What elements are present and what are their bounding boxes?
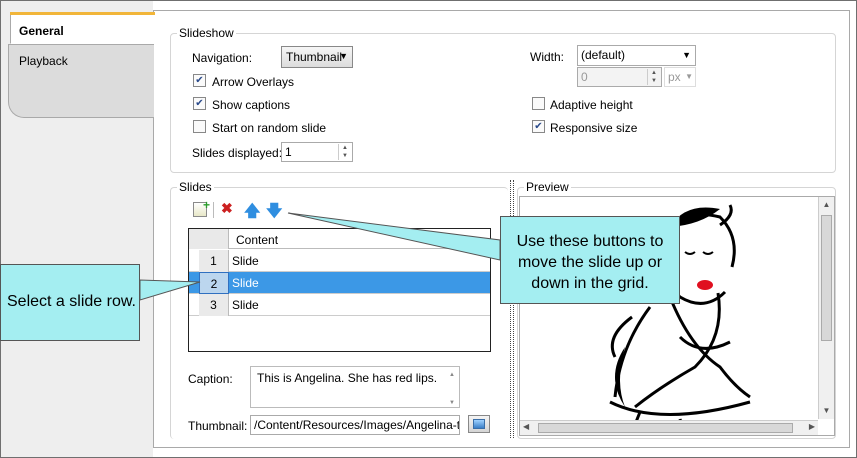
callout-pointers [139,212,501,301]
select-row-callout: Select a slide row. [0,264,140,341]
select-row-callout-text: Select a slide row. [7,293,136,310]
buttons-callout-text: Use these buttons to move the slide up o… [516,233,664,292]
buttons-callout: Use these buttons to move the slide up o… [500,216,680,304]
